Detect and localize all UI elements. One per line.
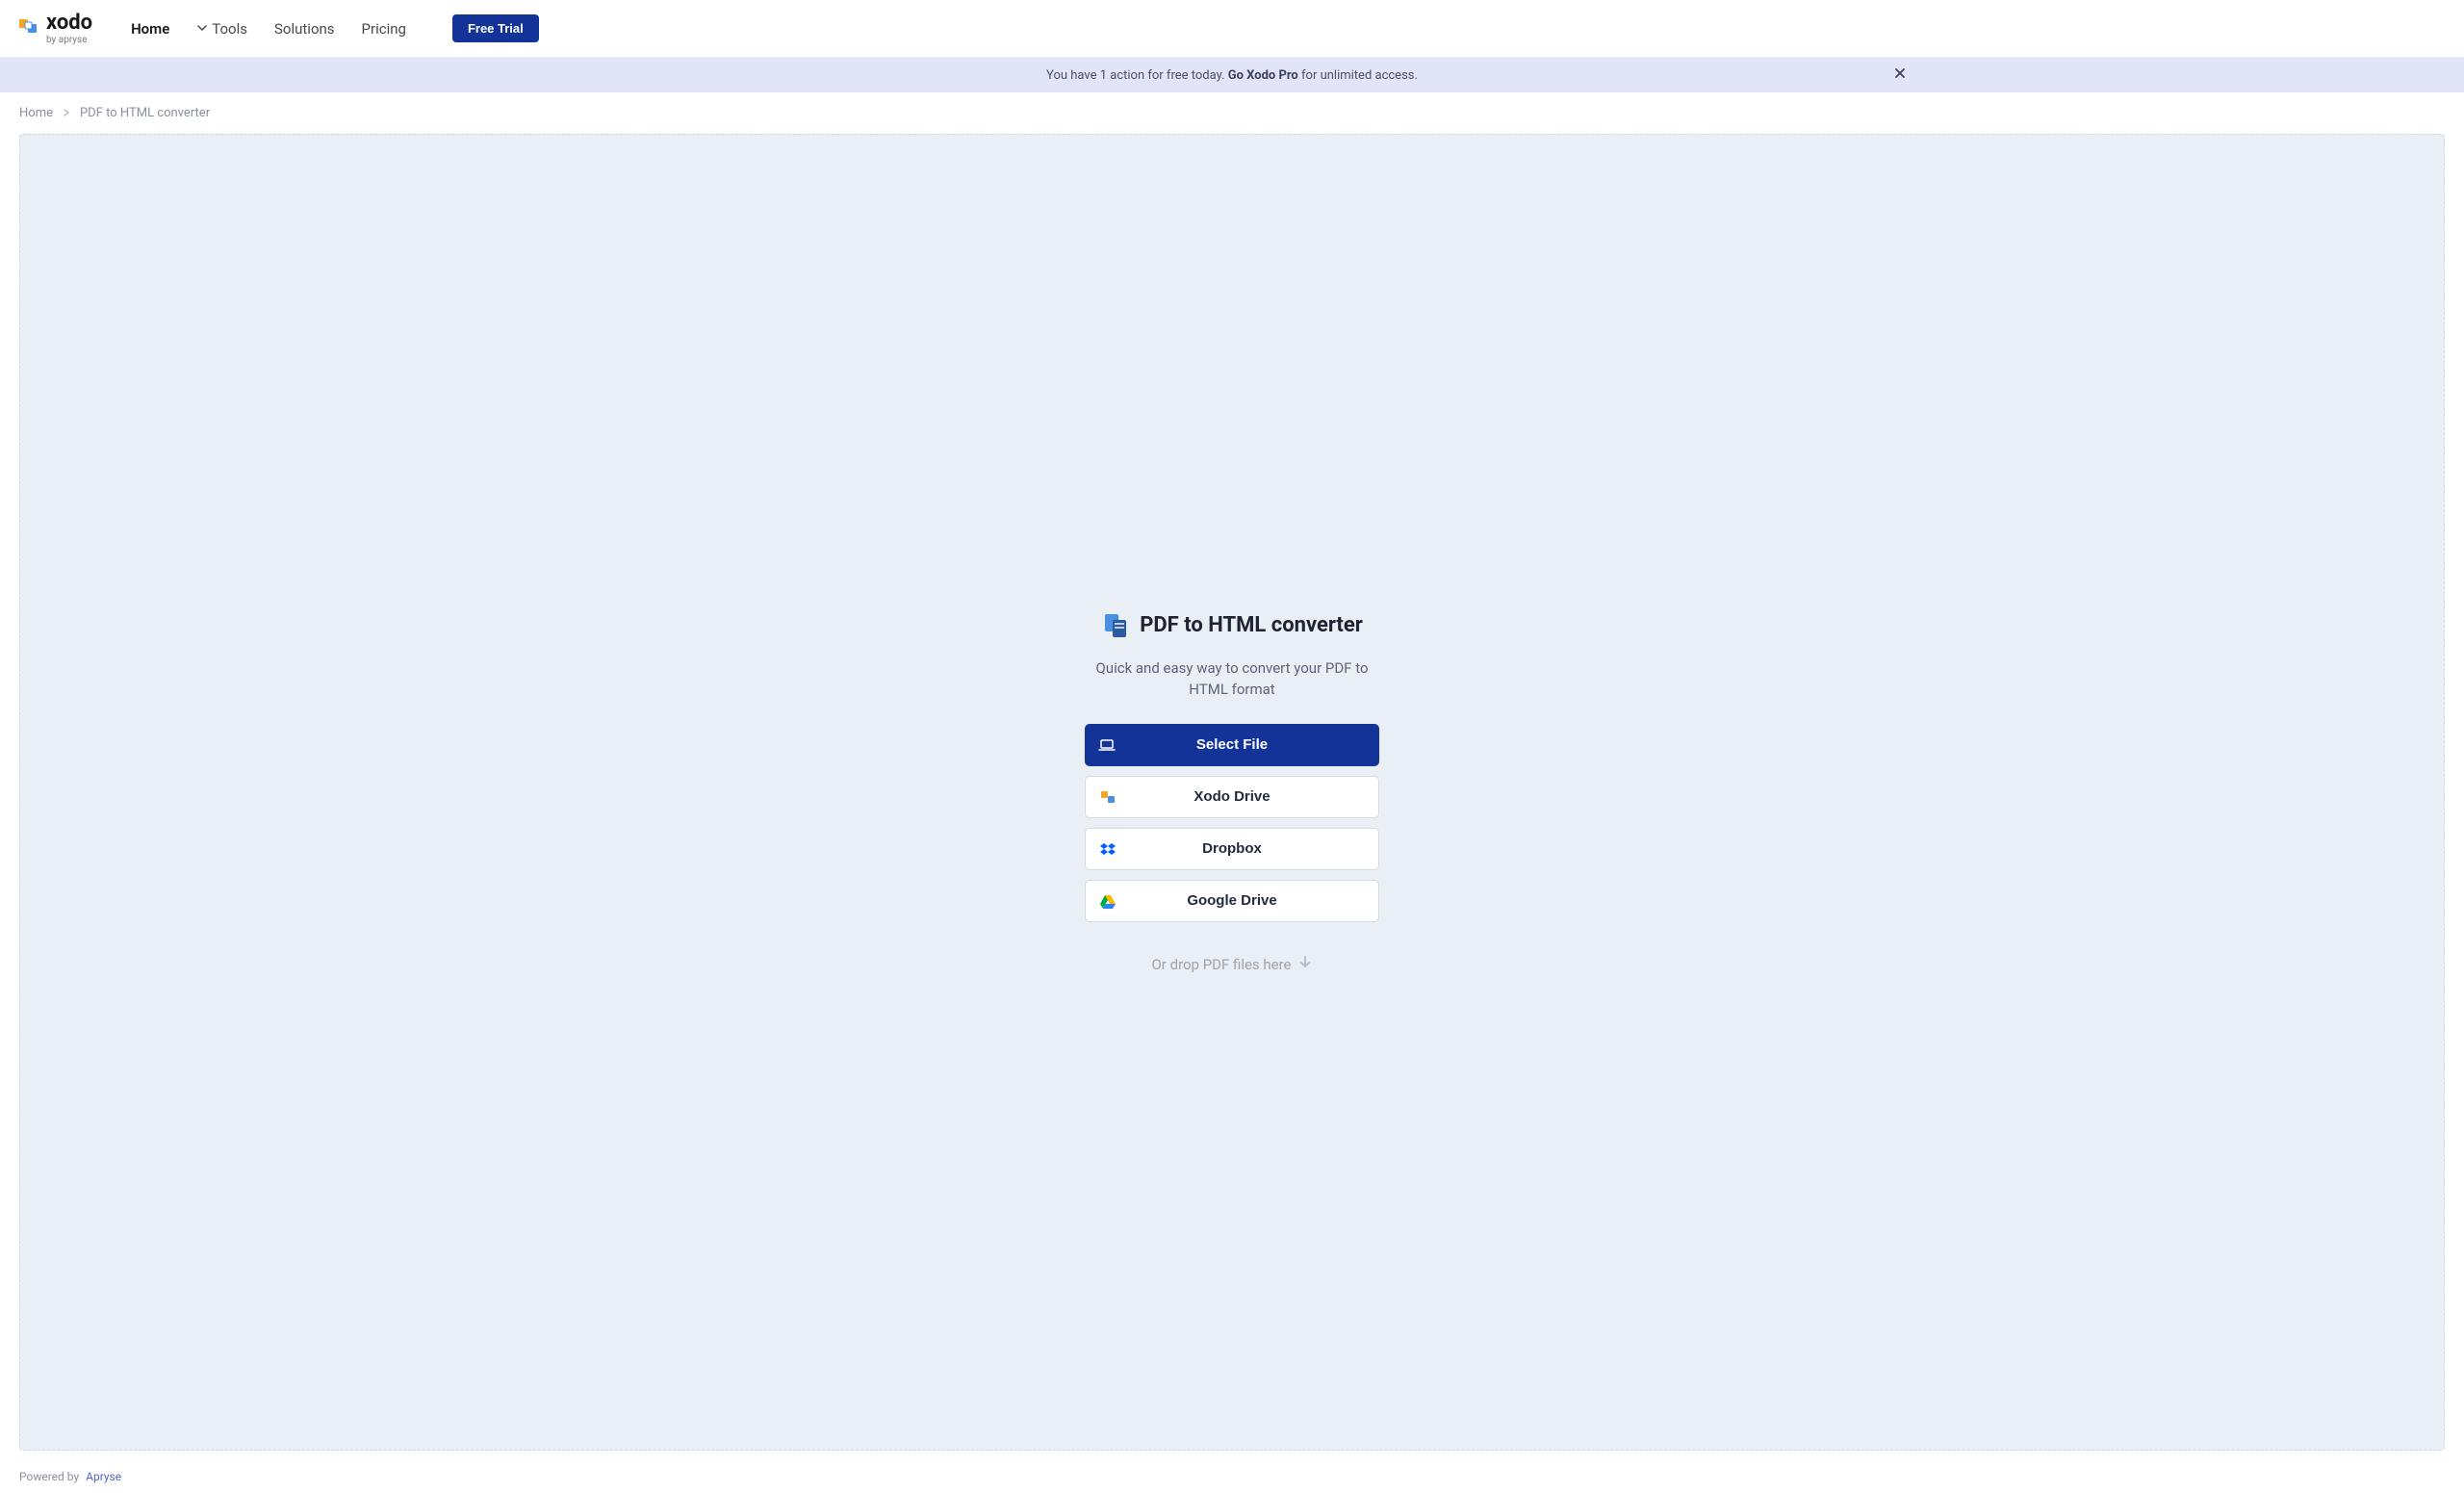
dropbox-icon bbox=[1099, 840, 1116, 858]
xodo-drive-button[interactable]: Xodo Drive bbox=[1085, 776, 1379, 818]
banner-suffix: for unlimited access. bbox=[1298, 68, 1418, 83]
google-drive-label: Google Drive bbox=[1086, 892, 1378, 909]
nav-pricing[interactable]: Pricing bbox=[362, 20, 406, 38]
breadcrumb-current: PDF to HTML converter bbox=[80, 106, 210, 120]
footer: Powered by Apryse bbox=[0, 1460, 2464, 1493]
logo-subline: by apryse bbox=[46, 36, 92, 45]
free-trial-button[interactable]: Free Trial bbox=[452, 14, 539, 42]
select-file-button[interactable]: Select File bbox=[1085, 724, 1379, 766]
laptop-icon bbox=[1098, 736, 1116, 754]
pdf-to-html-icon bbox=[1101, 611, 1130, 640]
breadcrumb-separator-icon bbox=[63, 106, 70, 120]
google-drive-button[interactable]: Google Drive bbox=[1085, 880, 1379, 922]
tool-header: PDF to HTML converter bbox=[1101, 611, 1363, 640]
nav-tools-label: Tools bbox=[212, 20, 247, 38]
breadcrumb: Home PDF to HTML converter bbox=[0, 92, 2464, 134]
nav-solutions[interactable]: Solutions bbox=[274, 20, 335, 38]
chevron-down-icon bbox=[196, 20, 208, 38]
banner-close-button[interactable] bbox=[1894, 66, 1906, 84]
select-file-label: Select File bbox=[1085, 736, 1379, 753]
nav-home[interactable]: Home bbox=[131, 20, 169, 38]
main-content: PDF to HTML converter Quick and easy way… bbox=[0, 134, 2464, 1460]
footer-company-link[interactable]: Apryse bbox=[86, 1470, 121, 1483]
banner-prefix: You have 1 action for free today. bbox=[1046, 68, 1228, 83]
nav-tools[interactable]: Tools bbox=[196, 20, 247, 38]
dropbox-button[interactable]: Dropbox bbox=[1085, 828, 1379, 870]
banner-cta-link[interactable]: Go Xodo Pro bbox=[1228, 68, 1298, 83]
xodo-drive-label: Xodo Drive bbox=[1086, 788, 1378, 805]
breadcrumb-home[interactable]: Home bbox=[19, 106, 53, 120]
close-icon bbox=[1894, 66, 1906, 83]
drop-hint-text: Or drop PDF files here bbox=[1151, 956, 1291, 973]
promo-banner: You have 1 action for free today. Go Xod… bbox=[0, 58, 2464, 92]
drop-hint: Or drop PDF files here bbox=[1151, 955, 1312, 974]
xodo-logo-icon bbox=[17, 15, 40, 42]
footer-powered-by: Powered by bbox=[19, 1470, 79, 1483]
top-nav: xodo by apryse Home Tools Solutions Pric… bbox=[0, 0, 2464, 58]
logo-name: xodo bbox=[46, 13, 92, 34]
xodo-drive-icon bbox=[1099, 788, 1116, 806]
dropbox-label: Dropbox bbox=[1086, 840, 1378, 857]
google-drive-icon bbox=[1099, 892, 1116, 910]
main-nav: Home Tools Solutions Pricing Free Trial bbox=[131, 14, 539, 42]
file-source-buttons: Select File Xodo Drive Dropbox bbox=[1085, 724, 1379, 922]
page-title: PDF to HTML converter bbox=[1140, 613, 1363, 637]
download-arrow-icon bbox=[1297, 955, 1313, 974]
logo[interactable]: xodo by apryse bbox=[17, 13, 92, 45]
file-drop-zone[interactable]: PDF to HTML converter Quick and easy way… bbox=[19, 134, 2445, 1451]
tool-description: Quick and easy way to convert your PDF t… bbox=[1083, 657, 1381, 701]
